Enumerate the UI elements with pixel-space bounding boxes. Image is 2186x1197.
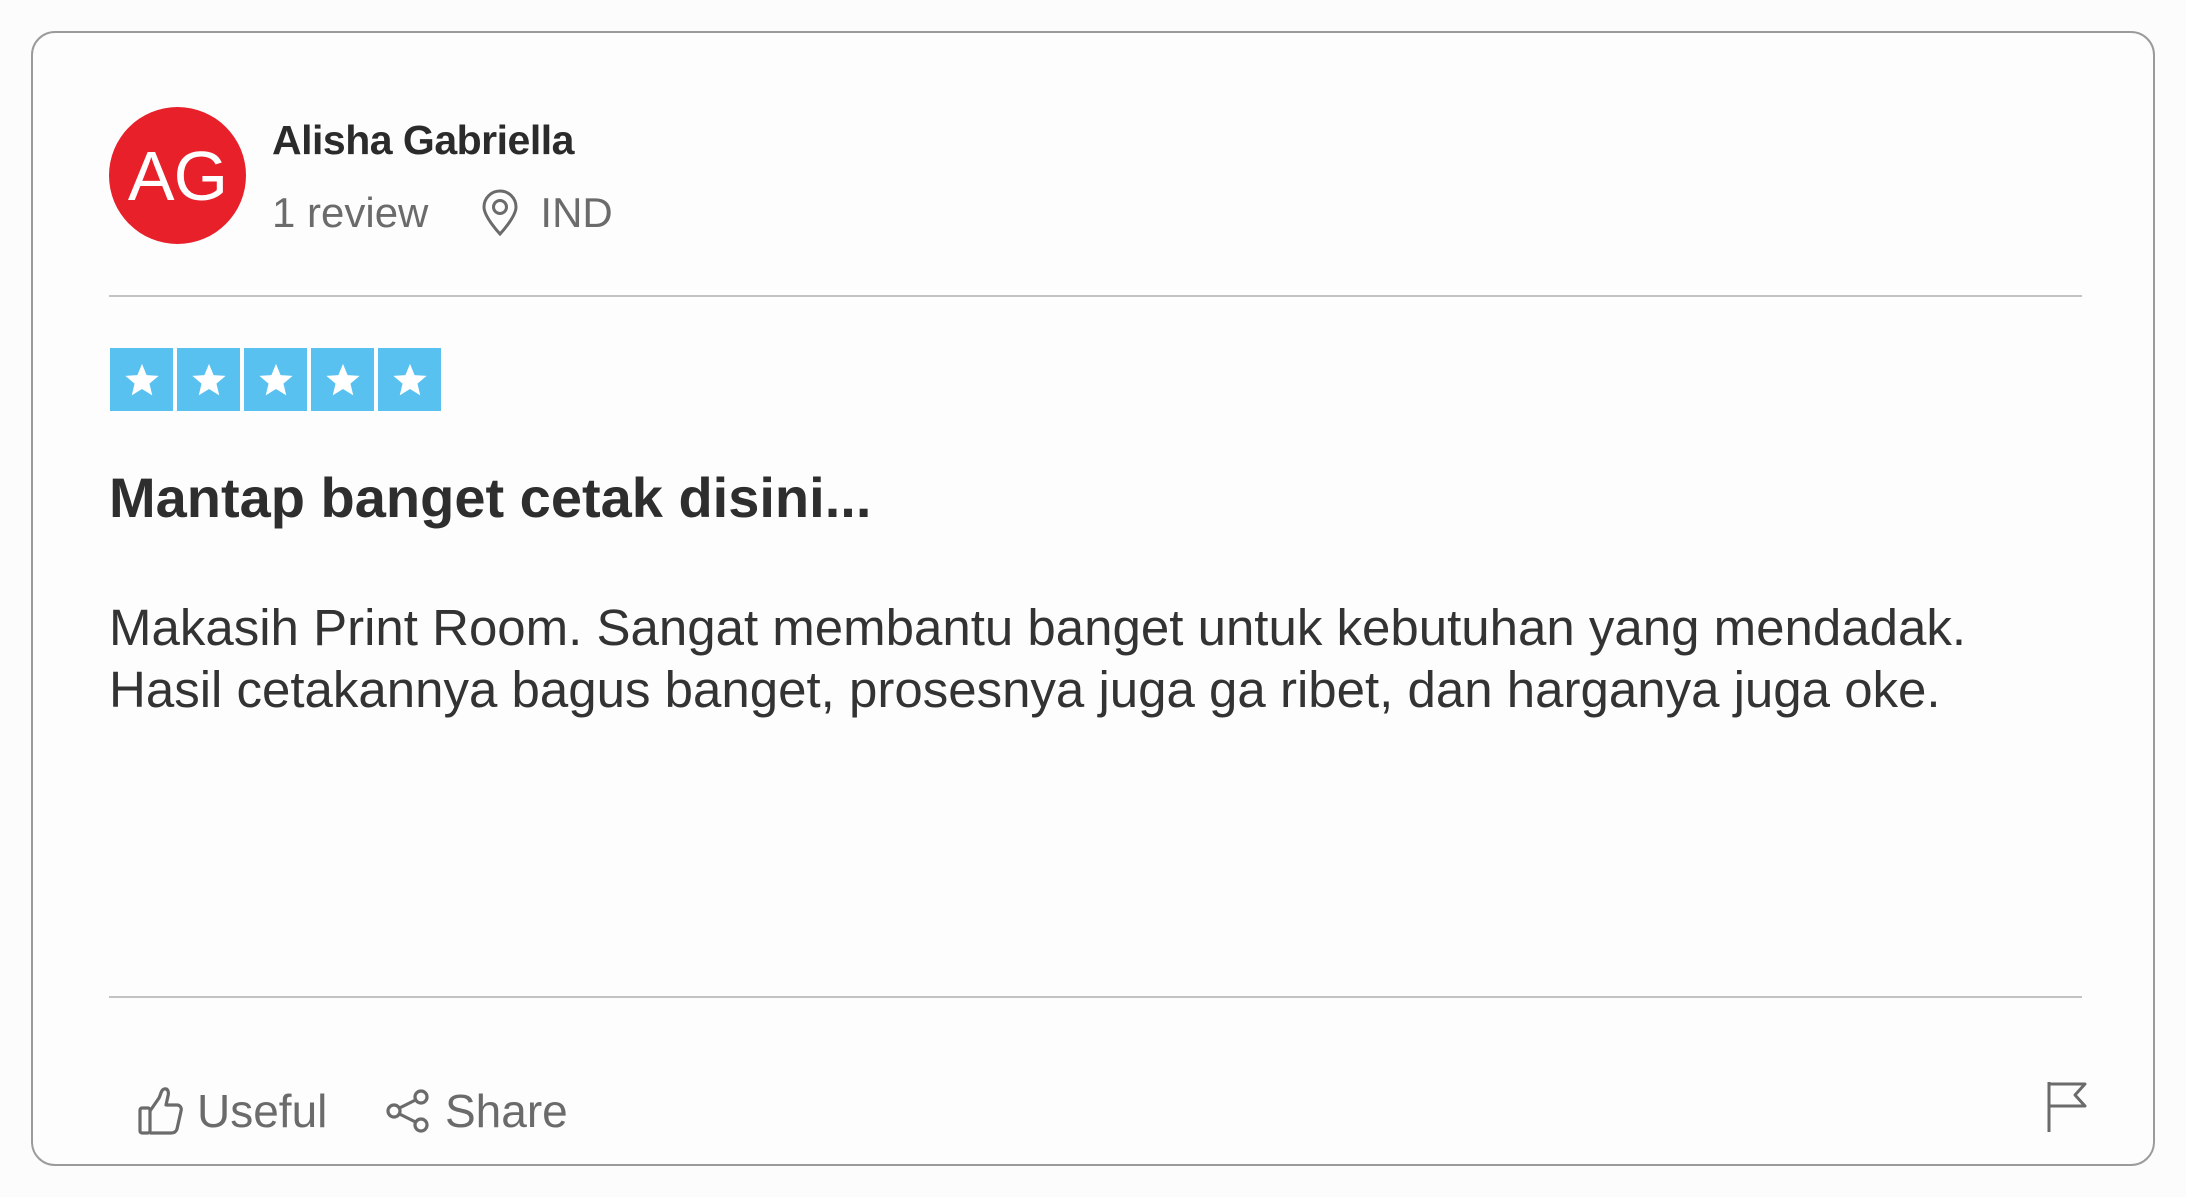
- header-divider: [109, 295, 2082, 297]
- share-icon: [385, 1088, 431, 1134]
- share-label: Share: [445, 1085, 568, 1137]
- review-card: AG Alisha Gabriella 1 review IND Mantap …: [31, 31, 2155, 1166]
- reviewer-country: IND: [540, 189, 613, 236]
- star-icon: [392, 363, 427, 395]
- star-box: [378, 348, 441, 411]
- footer-divider: [109, 996, 2082, 998]
- star-box: [177, 348, 240, 411]
- useful-label: Useful: [197, 1085, 328, 1137]
- star-icon: [325, 363, 360, 395]
- location-pin-icon: [480, 189, 520, 237]
- avatar-initials: AG: [127, 136, 228, 215]
- review-count: 1 review: [272, 189, 429, 236]
- share-button[interactable]: Share: [385, 1076, 568, 1146]
- review-body: Makasih Print Room. Sangat membantu bang…: [109, 597, 2099, 721]
- star-icon: [191, 363, 226, 395]
- avatar[interactable]: AG: [109, 107, 246, 244]
- review-body-line: Makasih Print Room. Sangat membantu bang…: [109, 599, 1966, 656]
- star-icon: [124, 363, 159, 395]
- review-body-line: Hasil cetakannya bagus banget, prosesnya…: [109, 661, 1941, 718]
- star-box: [311, 348, 374, 411]
- useful-button[interactable]: Useful: [137, 1076, 327, 1146]
- flag-icon: [2047, 1082, 2087, 1132]
- reviewer-meta: 1 review IND: [272, 185, 613, 241]
- thumbs-up-icon: [137, 1086, 183, 1136]
- star-box: [244, 348, 307, 411]
- star-box: [110, 348, 173, 411]
- review-title: Mantap banget cetak disini...: [109, 466, 872, 529]
- star-icon: [258, 363, 293, 395]
- star-rating: [110, 348, 441, 411]
- reviewer-name[interactable]: Alisha Gabriella: [272, 117, 574, 164]
- report-flag-button[interactable]: [2043, 1078, 2093, 1138]
